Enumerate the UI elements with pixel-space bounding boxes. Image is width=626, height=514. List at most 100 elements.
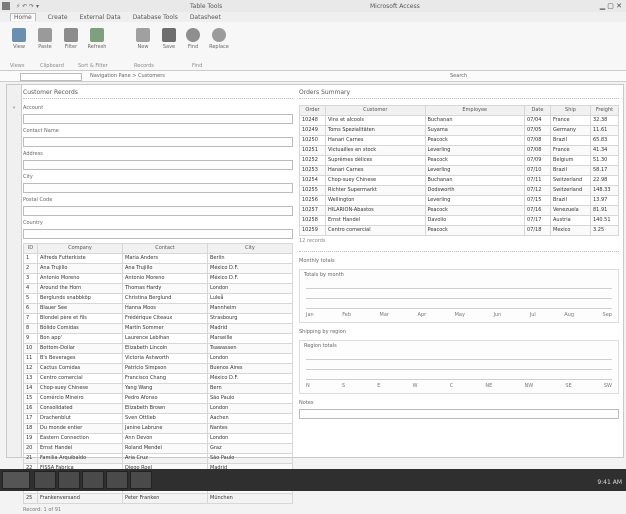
tab-create[interactable]: Create [48, 14, 68, 21]
table-cell[interactable]: 10253 [299, 165, 326, 176]
table-cell[interactable]: 10258 [299, 215, 326, 226]
column-header[interactable]: City [207, 243, 293, 254]
table-cell[interactable]: 8 [23, 323, 38, 334]
table-row[interactable]: 10253 Hanari Carnes Leverling 07/10 Brazil 58… [299, 165, 619, 176]
table-cell[interactable]: Cactus Comidas [37, 363, 123, 374]
table-cell[interactable]: Austria [550, 215, 591, 226]
table-row[interactable]: 10257 HILARION-Abastos Peacock 07/16 Venezue… [299, 205, 619, 216]
table-cell[interactable]: Du monde entier [37, 423, 123, 434]
table-row[interactable]: 3 Antonio Moreno Antonio Moreno México D.F. [23, 273, 293, 284]
customers-subdatasheet[interactable]: ID Company Contact City 1 Alfreds Futterk… [23, 243, 293, 504]
search-hint[interactable]: Search [450, 73, 467, 79]
table-row[interactable]: 14 Chop-suey Chinese Yang Wang Bern [23, 383, 293, 394]
table-row[interactable]: 20 Ernst Handel Roland Mendel Graz [23, 443, 293, 454]
table-row[interactable]: 16 Consolidated Elizabeth Brown London [23, 403, 293, 414]
new-record-button[interactable]: New [132, 28, 154, 60]
table-cell[interactable]: 14 [23, 383, 38, 394]
table-cell[interactable]: Peter Franken [122, 493, 208, 504]
table-cell[interactable]: HILARION-Abastos [325, 205, 426, 216]
table-cell[interactable]: Bon app' [37, 333, 123, 344]
account-field[interactable] [23, 114, 293, 124]
table-cell[interactable]: Luleå [207, 293, 293, 304]
tab-database-tools[interactable]: Database Tools [133, 14, 178, 21]
taskbar-app-button[interactable] [106, 471, 128, 489]
table-cell[interactable]: Ana Trujillo [122, 263, 208, 274]
table-cell[interactable]: Blauer See [37, 303, 123, 314]
table-cell[interactable]: Peacock [424, 225, 525, 236]
table-cell[interactable]: Hanari Carnes [325, 135, 426, 146]
start-button[interactable] [2, 471, 30, 489]
table-cell[interactable]: Buenos Aires [207, 363, 293, 374]
table-cell[interactable]: 13 [23, 373, 38, 384]
table-cell[interactable]: Comércio Mineiro [37, 393, 123, 404]
contact-field[interactable] [23, 137, 293, 147]
table-cell[interactable]: 07/09 [524, 155, 551, 166]
table-cell[interactable]: Belgium [550, 155, 591, 166]
column-header[interactable]: Ship [550, 105, 591, 116]
table-row[interactable]: 10252 Suprêmes délices Peacock 07/09 Belgium… [299, 155, 619, 166]
table-cell[interactable]: Maria Anders [122, 253, 208, 264]
table-cell[interactable]: Bern [207, 383, 293, 394]
table-cell[interactable]: Graz [207, 443, 293, 454]
table-cell[interactable]: Patricio Simpson [122, 363, 208, 374]
table-row[interactable]: 10248 Vins et alcools Buchanan 07/04 France 3… [299, 115, 619, 126]
table-cell[interactable]: 81.91 [590, 205, 619, 216]
table-row[interactable]: 10250 Hanari Carnes Peacock 07/08 Brazil 65.8… [299, 135, 619, 146]
table-cell[interactable]: 58.17 [590, 165, 619, 176]
table-cell[interactable]: Eastern Connection [37, 433, 123, 444]
table-cell[interactable]: Centro comercial [37, 373, 123, 384]
table-cell[interactable]: Switzerland [550, 175, 591, 186]
paste-button[interactable]: Paste [34, 28, 56, 60]
table-cell[interactable]: Thomas Hardy [122, 283, 208, 294]
table-cell[interactable]: Tsawassen [207, 343, 293, 354]
table-cell[interactable]: México D.F. [207, 373, 293, 384]
table-cell[interactable]: Frankenversand [37, 493, 123, 504]
table-cell[interactable]: Buchanan [424, 115, 525, 126]
table-cell[interactable]: 10255 [299, 185, 326, 196]
table-cell[interactable]: 19 [23, 433, 38, 444]
table-cell[interactable]: Victoria Ashworth [122, 353, 208, 364]
column-header[interactable]: Contact [122, 243, 208, 254]
table-row[interactable]: 12 Cactus Comidas Patricio Simpson Buenos A… [23, 363, 293, 374]
table-row[interactable]: 19 Eastern Connection Ann Devon London [23, 433, 293, 444]
table-cell[interactable]: Buchanan [424, 175, 525, 186]
table-cell[interactable]: London [207, 283, 293, 294]
table-cell[interactable]: London [207, 433, 293, 444]
table-cell[interactable]: 10 [23, 343, 38, 354]
postal-code-field[interactable] [23, 206, 293, 216]
column-header[interactable]: Freight [590, 105, 619, 116]
table-cell[interactable]: Switzerland [550, 185, 591, 196]
table-cell[interactable]: 9 [23, 333, 38, 344]
table-cell[interactable]: Elizabeth Lincoln [122, 343, 208, 354]
table-cell[interactable]: Laurence Lebihan [122, 333, 208, 344]
table-cell[interactable]: Antonio Moreno [122, 273, 208, 284]
table-row[interactable]: 10259 Centro comercial Peacock 07/18 Mexico 3… [299, 225, 619, 236]
table-row[interactable]: 10255 Richter Supermarkt Dodsworth 07/12 Swi… [299, 185, 619, 196]
table-cell[interactable]: Around the Horn [37, 283, 123, 294]
column-header[interactable]: Company [37, 243, 123, 254]
table-cell[interactable]: 07/08 [524, 145, 551, 156]
table-cell[interactable]: São Paulo [207, 393, 293, 404]
table-cell[interactable]: 07/18 [524, 225, 551, 236]
table-cell[interactable]: Frédérique Citeaux [122, 313, 208, 324]
table-cell[interactable]: Ernst Handel [325, 215, 426, 226]
table-cell[interactable]: 07/12 [524, 185, 551, 196]
table-cell[interactable]: 07/17 [524, 215, 551, 226]
table-row[interactable]: 13 Centro comercial Francisco Chang México … [23, 373, 293, 384]
refresh-button[interactable]: Refresh [86, 28, 108, 60]
object-selector[interactable] [20, 73, 82, 81]
find-button[interactable]: Find [182, 28, 204, 60]
table-cell[interactable]: 07/08 [524, 135, 551, 146]
table-cell[interactable]: Leverling [424, 195, 525, 206]
table-cell[interactable]: France [550, 115, 591, 126]
table-cell[interactable]: México D.F. [207, 263, 293, 274]
taskbar-app-button[interactable] [58, 471, 80, 489]
table-cell[interactable]: 41.34 [590, 145, 619, 156]
table-cell[interactable]: Leverling [424, 165, 525, 176]
table-cell[interactable]: 51.30 [590, 155, 619, 166]
table-cell[interactable]: 25 [23, 493, 38, 504]
view-button[interactable]: View [8, 28, 30, 60]
table-cell[interactable]: 16 [23, 403, 38, 414]
table-cell[interactable]: 10248 [299, 115, 326, 126]
table-cell[interactable]: Berlin [207, 253, 293, 264]
